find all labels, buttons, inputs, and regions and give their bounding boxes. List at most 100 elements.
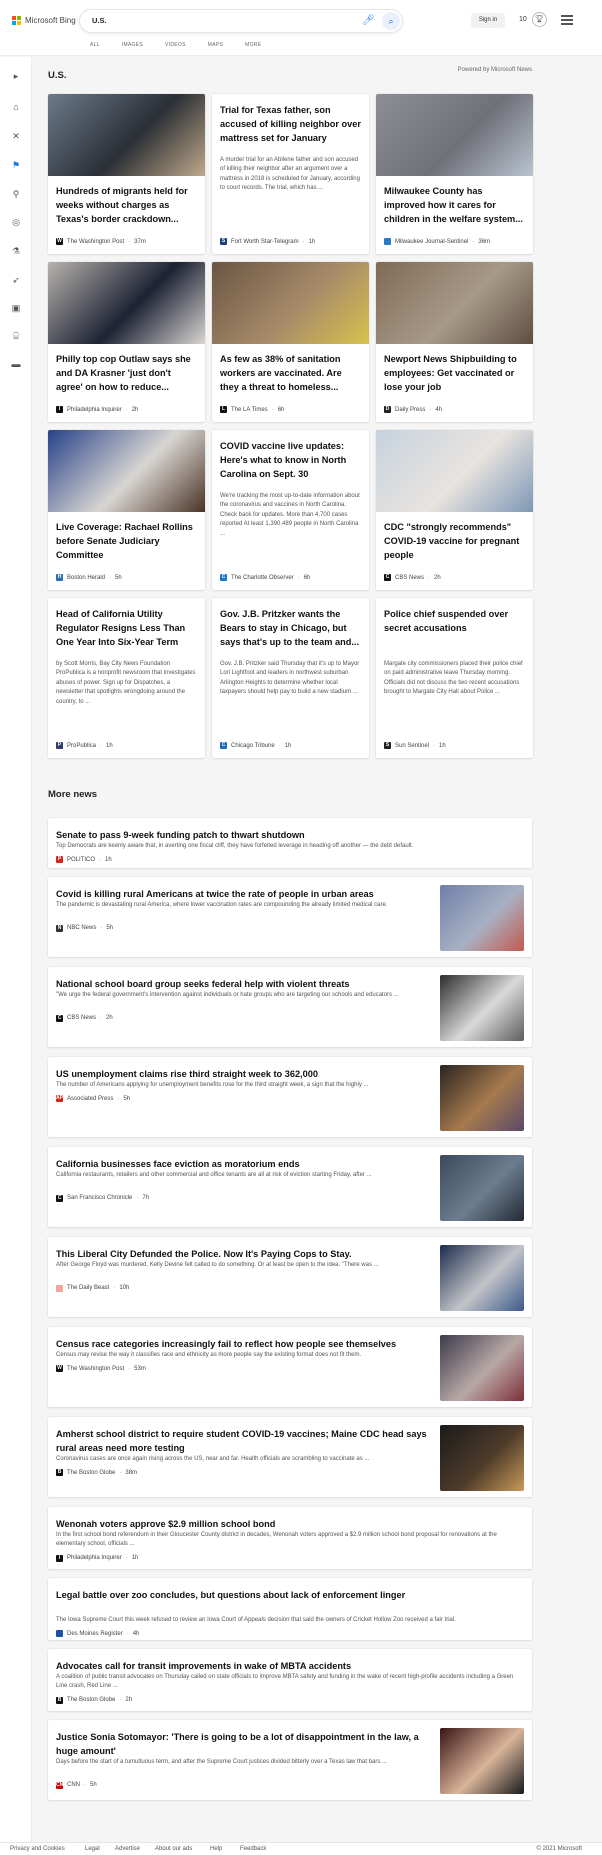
more-news-item[interactable]: Legal battle over zoo concludes, but que…: [48, 1578, 532, 1640]
news-card[interactable]: Hundreds of migrants held for weeks with…: [48, 94, 205, 254]
source-row[interactable]: C CBS News · 2h: [384, 574, 441, 581]
news-card[interactable]: Head of California Utility Regulator Res…: [48, 598, 205, 758]
more-news-headline[interactable]: California businesses face eviction as m…: [56, 1157, 436, 1171]
more-news-headline[interactable]: Amherst school district to require stude…: [56, 1427, 436, 1455]
card-headline[interactable]: Police chief suspended over secret accus…: [384, 607, 525, 651]
more-news-item[interactable]: This Liberal City Defunded the Police. N…: [48, 1237, 532, 1317]
hamburger-menu-icon[interactable]: [561, 15, 573, 25]
card-headline[interactable]: Gov. J.B. Pritzker wants the Bears to st…: [220, 607, 361, 651]
footer-link[interactable]: Legal: [85, 1846, 100, 1852]
more-news-item[interactable]: US unemployment claims rise third straig…: [48, 1057, 532, 1137]
more-news-item[interactable]: Amherst school district to require stude…: [48, 1417, 532, 1497]
card-headline[interactable]: Head of California Utility Regulator Res…: [56, 607, 197, 651]
news-card[interactable]: Gov. J.B. Pritzker wants the Bears to st…: [212, 598, 369, 758]
more-news-headline[interactable]: Legal battle over zoo concludes, but que…: [56, 1588, 524, 1602]
flag-icon[interactable]: ⚑: [9, 158, 23, 172]
news-card[interactable]: Trial for Texas father, son accused of k…: [212, 94, 369, 254]
news-card[interactable]: CDC "strongly recommends" COVID-19 vacci…: [376, 430, 533, 590]
microphone-icon[interactable]: 🎤︎: [362, 15, 375, 27]
source-row[interactable]: The Daily Beast · 10h: [56, 1284, 129, 1292]
more-news-headline[interactable]: Senate to pass 9-week funding patch to t…: [56, 828, 524, 842]
source-row[interactable]: S Fort Worth Star-Telegram · 1h: [220, 238, 315, 245]
more-news-item[interactable]: Covid is killing rural Americans at twic…: [48, 877, 532, 957]
source-row[interactable]: P POLITICO · 1h: [56, 856, 112, 864]
more-news-headline[interactable]: US unemployment claims rise third straig…: [56, 1067, 436, 1081]
source-row[interactable]: CNN CNN · 5h: [56, 1781, 97, 1789]
more-news-thumbnail[interactable]: [440, 1155, 524, 1221]
bing-logo[interactable]: Microsoft Bing: [12, 16, 76, 25]
more-news-thumbnail[interactable]: [440, 1335, 524, 1401]
source-row[interactable]: S Sun Sentinel · 1h: [384, 742, 446, 749]
source-row[interactable]: C San Francisco Chronicle · 7h: [56, 1194, 149, 1202]
scope-tab-all[interactable]: ALL: [90, 42, 100, 48]
source-row[interactable]: B The Boston Globe · 2h: [56, 1696, 132, 1704]
news-card[interactable]: Live Coverage: Rachael Rollins before Se…: [48, 430, 205, 590]
news-card[interactable]: COVID vaccine live updates: Here's what …: [212, 430, 369, 590]
card-icon[interactable]: ▬: [9, 357, 23, 371]
more-news-item[interactable]: Senate to pass 9-week funding patch to t…: [48, 818, 532, 868]
source-row[interactable]: C Chicago Tribune · 1h: [220, 742, 291, 749]
source-row[interactable]: I Philadelphia Inquirer · 1h: [56, 1554, 138, 1562]
source-row[interactable]: I Philadelphia Inquirer · 2h: [56, 406, 138, 413]
expand-arrow-icon[interactable]: ▸: [9, 69, 23, 83]
more-news-item[interactable]: Advocates call for transit improvements …: [48, 1649, 532, 1711]
source-row[interactable]: C CBS News · 2h: [56, 1014, 113, 1022]
more-news-headline[interactable]: Justice Sonia Sotomayor: 'There is going…: [56, 1730, 436, 1758]
sign-in-button[interactable]: Sign in: [471, 13, 505, 28]
source-row[interactable]: W The Washington Post · 37m: [56, 238, 146, 245]
footer-link[interactable]: Feedback: [240, 1846, 266, 1852]
news-card[interactable]: Newport News Shipbuilding to employees: …: [376, 262, 533, 422]
more-news-headline[interactable]: Covid is killing rural Americans at twic…: [56, 887, 436, 901]
more-news-thumbnail[interactable]: [440, 1425, 524, 1491]
footer-link[interactable]: Help: [210, 1846, 222, 1852]
footer-link[interactable]: About our ads: [155, 1846, 192, 1852]
globe-icon[interactable]: ◎: [9, 215, 23, 229]
search-icon[interactable]: ⌕: [382, 12, 400, 30]
more-news-thumbnail[interactable]: [440, 1065, 524, 1131]
card-headline[interactable]: COVID vaccine live updates: Here's what …: [220, 439, 361, 483]
bank-icon[interactable]: ⌸: [9, 329, 23, 343]
card-headline[interactable]: Newport News Shipbuilding to employees: …: [384, 352, 525, 394]
more-news-headline[interactable]: Census race categories increasingly fail…: [56, 1337, 436, 1351]
rewards-points[interactable]: 10: [519, 16, 527, 23]
card-thumbnail[interactable]: [48, 94, 205, 176]
source-row[interactable]: D Daily Press · 4h: [384, 406, 442, 413]
source-row[interactable]: N NBC News · 5h: [56, 924, 113, 932]
source-row[interactable]: L The LA Times · 6h: [220, 406, 284, 413]
card-thumbnail[interactable]: [376, 262, 533, 344]
more-news-item[interactable]: California businesses face eviction as m…: [48, 1147, 532, 1227]
card-headline[interactable]: Live Coverage: Rachael Rollins before Se…: [56, 520, 197, 562]
search-input[interactable]: U.S.: [92, 16, 107, 25]
more-news-headline[interactable]: Wenonah voters approve $2.9 million scho…: [56, 1517, 524, 1531]
location-pin-icon[interactable]: ⚲: [9, 187, 23, 201]
footer-link[interactable]: Advertise: [115, 1846, 140, 1852]
card-thumbnail[interactable]: [376, 94, 533, 176]
card-headline[interactable]: Trial for Texas father, son accused of k…: [220, 103, 361, 147]
news-card[interactable]: Milwaukee County has improved how it car…: [376, 94, 533, 254]
rewards-trophy-icon[interactable]: 🏆︎: [532, 12, 547, 27]
scope-tab-more[interactable]: MORE: [245, 42, 261, 48]
tools-icon[interactable]: ✕: [9, 129, 23, 143]
entertainment-icon[interactable]: ▣: [9, 301, 23, 315]
more-news-thumbnail[interactable]: [440, 1245, 524, 1311]
source-row[interactable]: Des Moines Register · 4h: [56, 1630, 139, 1638]
scope-tab-images[interactable]: IMAGES: [122, 42, 143, 48]
card-thumbnail[interactable]: [48, 430, 205, 512]
footer-link[interactable]: Privacy and Cookies: [10, 1846, 65, 1852]
news-card[interactable]: Philly top cop Outlaw says she and DA Kr…: [48, 262, 205, 422]
home-icon[interactable]: ⌂: [9, 100, 23, 114]
source-row[interactable]: C The Charlotte Observer · 6h: [220, 574, 310, 581]
more-news-thumbnail[interactable]: [440, 975, 524, 1041]
microscope-icon[interactable]: ⚗: [9, 244, 23, 258]
more-news-thumbnail[interactable]: [440, 885, 524, 951]
rocket-icon[interactable]: ➶: [9, 273, 23, 287]
scope-tab-videos[interactable]: VIDEOS: [165, 42, 186, 48]
source-row[interactable]: P ProPublica · 1h: [56, 742, 113, 749]
more-news-headline[interactable]: National school board group seeks federa…: [56, 977, 436, 991]
more-news-headline[interactable]: Advocates call for transit improvements …: [56, 1659, 524, 1673]
search-box[interactable]: U.S. 🎤︎ ⌕: [80, 10, 402, 32]
news-card[interactable]: As few as 38% of sanitation workers are …: [212, 262, 369, 422]
scope-tab-maps[interactable]: MAPS: [208, 42, 223, 48]
card-headline[interactable]: Hundreds of migrants held for weeks with…: [56, 184, 197, 226]
card-headline[interactable]: As few as 38% of sanitation workers are …: [220, 352, 361, 394]
